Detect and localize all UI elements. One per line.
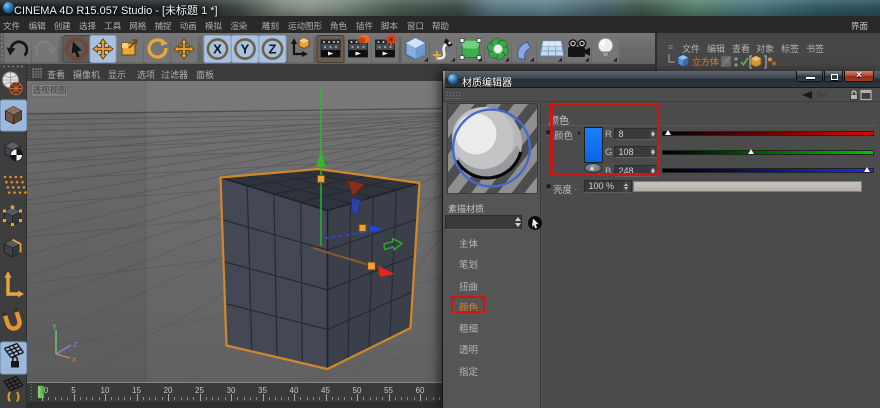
- svg-text:Z: Z: [73, 342, 78, 349]
- svg-text:Y: Y: [52, 324, 57, 331]
- svg-text:立方体: 立方体: [692, 56, 719, 67]
- svg-text:Z: Z: [269, 42, 277, 57]
- svg-text:X: X: [213, 42, 222, 57]
- svg-text:X: X: [72, 357, 77, 364]
- svg-text:Y: Y: [241, 42, 250, 57]
